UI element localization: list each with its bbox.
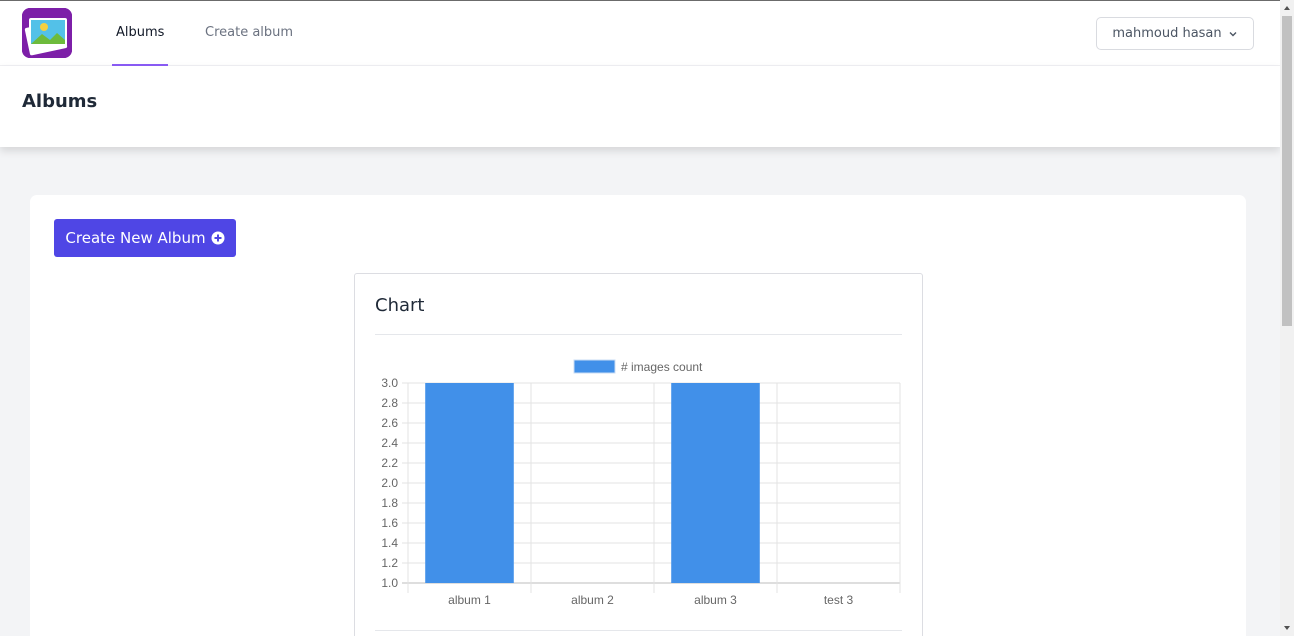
- y-tick-label: 2.0: [381, 476, 398, 490]
- y-tick-label: 1.0: [381, 576, 398, 590]
- y-tick-label: 1.2: [381, 556, 398, 570]
- create-new-album-label: Create New Album: [65, 229, 206, 247]
- page-title: Albums: [22, 91, 98, 112]
- chart-card: Chart 3.0 2.8 2.6 2.4 2.2 2.0 1.8 1.6 1.4 1.2 1.0 a…: [354, 273, 923, 636]
- user-name: mahmoud hasan: [1112, 26, 1222, 41]
- scroll-up-arrow-icon[interactable]: [1283, 4, 1291, 12]
- create-new-album-button[interactable]: Create New Album: [54, 219, 236, 257]
- plus-circle-icon: [211, 231, 225, 245]
- bar-chart: 3.0 2.8 2.6 2.4 2.2 2.0 1.8 1.6 1.4 1.2 1.0 album 1…: [381, 359, 901, 607]
- y-tick-label: 2.8: [381, 396, 398, 410]
- x-tick-label: test 3: [824, 593, 854, 607]
- y-tick-label: 1.6: [381, 516, 398, 530]
- y-tick-label: 2.2: [381, 456, 398, 470]
- bar-album-3: [671, 383, 760, 583]
- nav-link-create-album[interactable]: Create album: [205, 1, 293, 66]
- content-card: Create New Album Chart 3.0 2.8 2.6 2.4 2.2 2.…: [30, 195, 1246, 636]
- x-tick-label: album 1: [448, 593, 491, 607]
- y-tick-label: 2.4: [381, 436, 398, 450]
- app-viewport: Albums Create album mahmoud hasan Albums…: [0, 0, 1280, 636]
- chevron-down-icon: [1229, 31, 1237, 36]
- y-tick-label: 1.4: [381, 536, 398, 550]
- scroll-down-arrow-icon[interactable]: [1283, 624, 1291, 632]
- x-tick-label: album 3: [694, 593, 737, 607]
- top-navbar: Albums Create album mahmoud hasan: [0, 0, 1280, 66]
- legend-swatch: [573, 359, 616, 374]
- chart-bottom-divider: [375, 630, 902, 631]
- y-tick-label: 1.8: [381, 496, 398, 510]
- bar-album-1: [425, 383, 514, 583]
- scrollbar-thumb[interactable]: [1282, 16, 1292, 326]
- y-tick-label: 3.0: [381, 376, 398, 390]
- app-logo-icon[interactable]: [22, 8, 72, 58]
- legend-label: # images count: [621, 360, 703, 374]
- y-tick-label: 2.6: [381, 416, 398, 430]
- nav-link-albums[interactable]: Albums: [111, 1, 169, 66]
- page-scrollbar[interactable]: [1280, 0, 1294, 636]
- x-tick-label: album 2: [571, 593, 614, 607]
- user-menu-button[interactable]: mahmoud hasan: [1096, 17, 1254, 50]
- page-header: Albums: [0, 66, 1280, 147]
